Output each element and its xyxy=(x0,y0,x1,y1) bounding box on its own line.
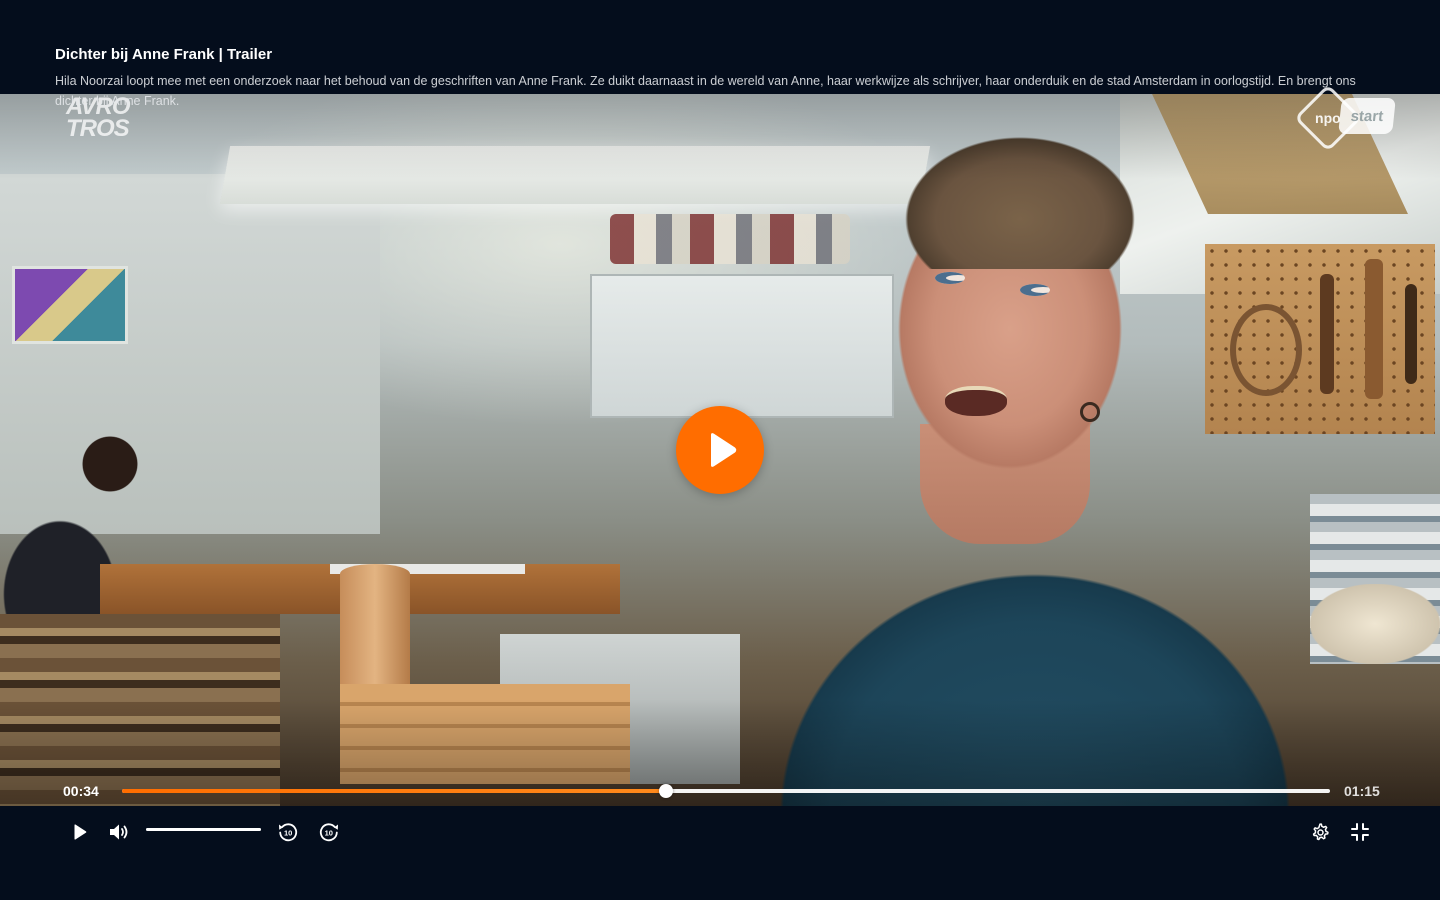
gear-icon xyxy=(1312,823,1329,841)
forward-button[interactable]: 10 xyxy=(316,819,342,845)
rewind-10-icon: 10 xyxy=(279,823,298,842)
play-icon xyxy=(74,824,87,840)
seek-bar-played xyxy=(122,789,666,793)
forward-seconds: 10 xyxy=(325,829,333,838)
control-bar xyxy=(0,806,1440,900)
rewind-button[interactable]: 10 xyxy=(275,819,301,845)
volume-button[interactable] xyxy=(107,819,133,845)
exit-fullscreen-icon xyxy=(1351,823,1369,841)
total-time: 01:15 xyxy=(1344,783,1380,799)
volume-level xyxy=(146,828,261,831)
video-title: Dichter bij Anne Frank | Trailer xyxy=(55,46,273,63)
settings-button[interactable] xyxy=(1307,819,1333,845)
rewind-seconds: 10 xyxy=(284,829,292,838)
volume-icon xyxy=(110,824,128,840)
exit-fullscreen-button[interactable] xyxy=(1347,819,1373,845)
current-time: 00:34 xyxy=(63,783,99,799)
video-description: Hila Noorzai loopt mee met een onderzoek… xyxy=(55,74,1356,108)
play-icon xyxy=(711,433,737,467)
forward-10-icon: 10 xyxy=(319,823,338,842)
play-button[interactable] xyxy=(67,819,93,845)
seek-handle[interactable] xyxy=(658,784,673,798)
volume-slider[interactable] xyxy=(146,828,261,831)
npo-label: npo xyxy=(1315,110,1341,126)
logo-line-2: TROS xyxy=(66,115,130,142)
big-play-button[interactable] xyxy=(676,406,764,494)
seek-bar[interactable] xyxy=(122,784,1330,798)
